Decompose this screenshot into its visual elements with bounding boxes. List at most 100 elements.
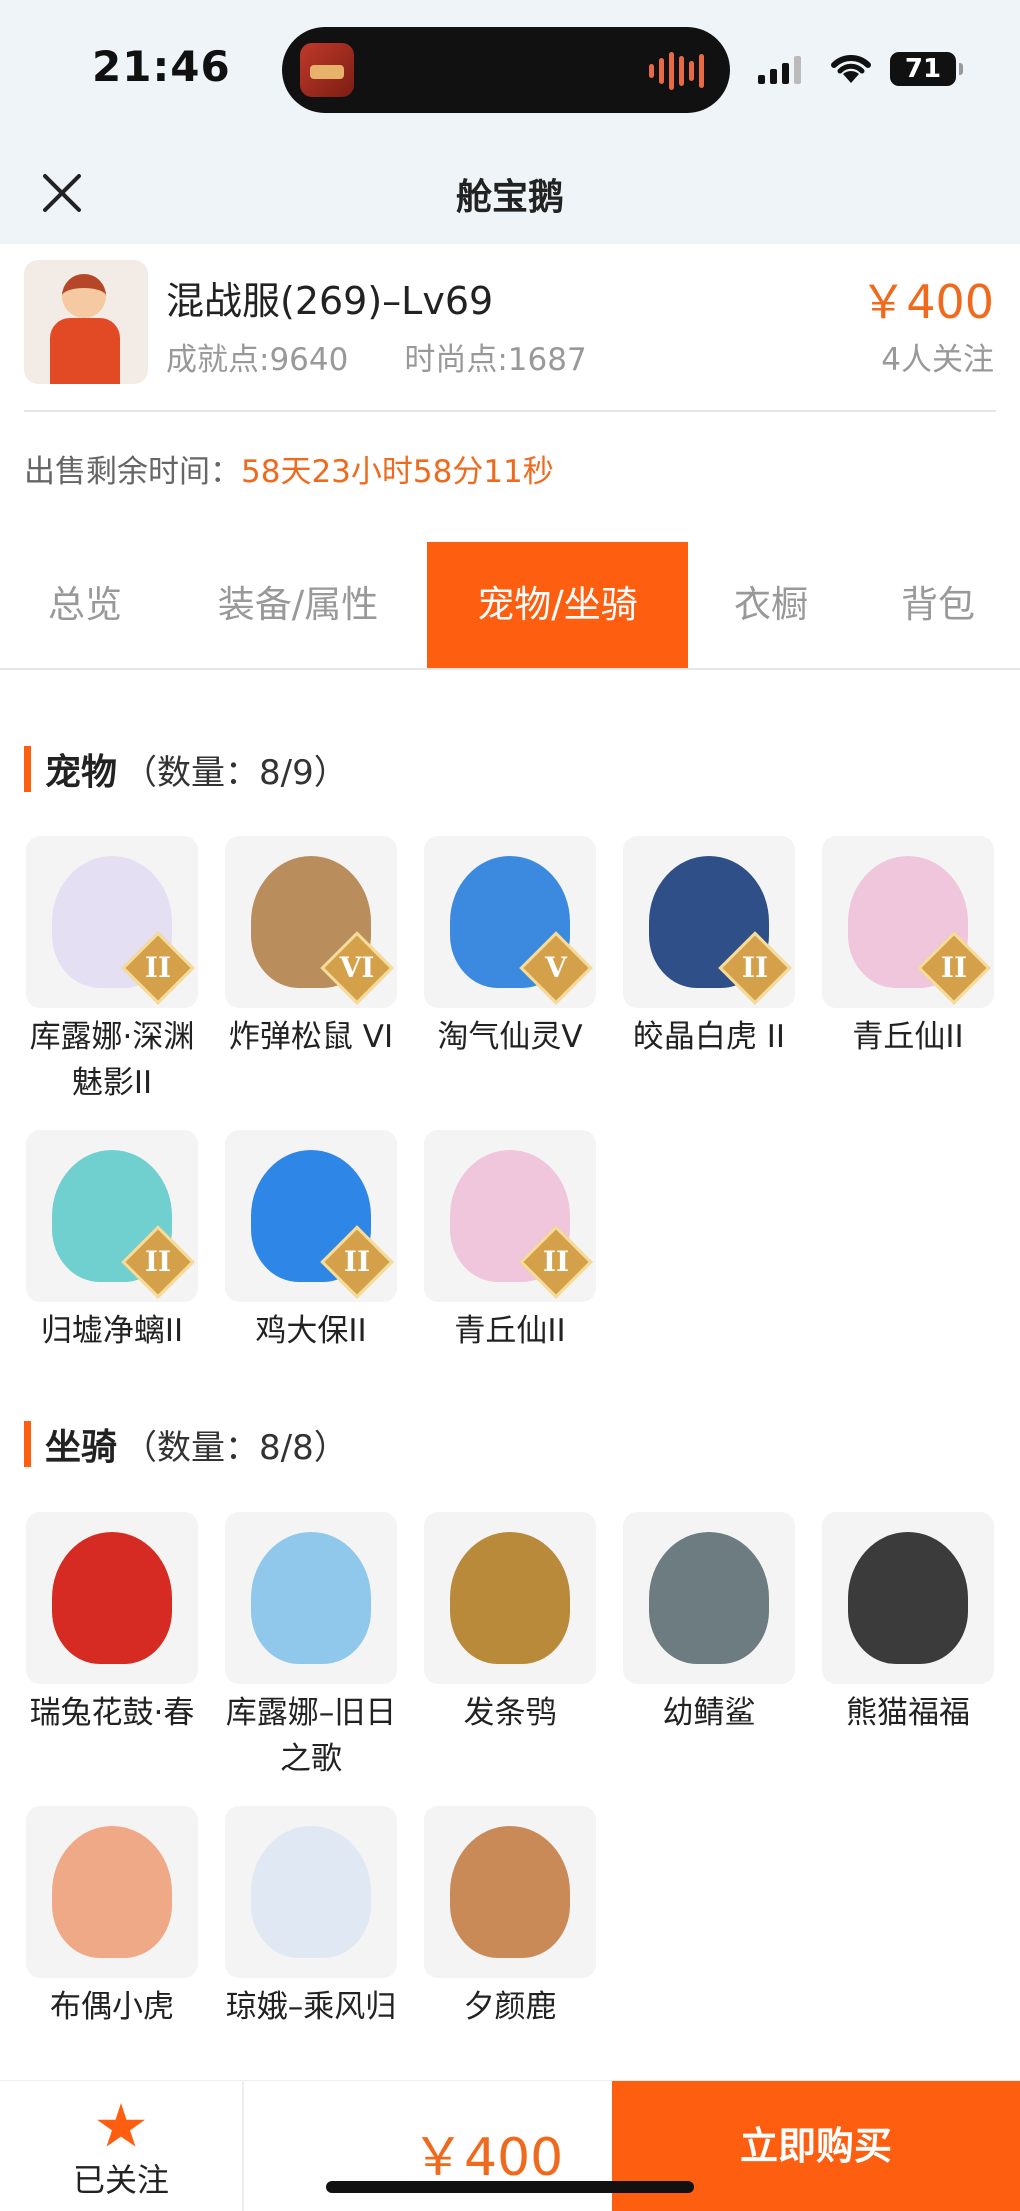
mounts-title: 坐骑 [45,1427,118,1468]
pet-thumbnail: II [225,1130,397,1302]
pet-name: 库露娜·深渊魅影II [29,1019,195,1101]
fashion-points: 时尚点:1687 [404,342,587,378]
mount-name: 熊猫福福 [846,1695,970,1731]
mounts-section-header: 坐骑 （数量：8/8） [24,1419,348,1469]
status-bar: 21:46 71 [0,0,1020,140]
rank-badge: II [343,1245,371,1278]
mount-image [450,1532,570,1664]
wifi-icon [831,54,871,83]
mount-image [251,1826,371,1958]
pet-thumbnail: II [424,1130,596,1302]
pet-name: 炸弹松鼠 VI [228,1019,394,1055]
pet-name: 淘气仙灵V [437,1019,583,1055]
mount-image [52,1826,172,1958]
pet-name: 青丘仙II [852,1019,964,1055]
character-avatar [24,260,148,384]
pet-item[interactable]: II 库露娜·深渊魅影II [26,836,198,1106]
rank-badge: VI [339,951,375,984]
bottom-price: ￥400 [412,2128,564,2188]
pet-item[interactable]: II 归墟净螭II [26,1130,198,1354]
rank-badge: II [542,1245,570,1278]
mount-item[interactable]: 幼鲭鲨 [623,1512,795,1736]
home-indicator [326,2181,694,2193]
tab-bar: 总览 装备/属性 宠物/坐骑 衣橱 背包 [0,542,1020,670]
tab-overview[interactable]: 总览 [0,542,170,668]
mount-item[interactable]: 发条鸮 [424,1512,596,1736]
pet-name: 鸡大保II [255,1313,367,1349]
pet-item[interactable]: II 青丘仙II [424,1130,596,1354]
mount-item[interactable]: 库露娜–旧日之歌 [225,1512,397,1782]
pet-thumbnail: II [623,836,795,1008]
achievement-points: 成就点:9640 [166,342,349,378]
mount-name: 幼鲭鲨 [662,1695,756,1731]
pet-item[interactable]: II 皎晶白虎 II [623,836,795,1060]
pet-thumbnail: II [26,1130,198,1302]
section-accent-bar [24,1421,31,1467]
pet-item[interactable]: II 青丘仙II [822,836,994,1060]
mount-image [848,1532,968,1664]
remain-label: 出售剩余时间： [24,454,241,490]
mount-image [52,1532,172,1664]
mount-thumbnail [26,1806,198,1978]
battery-icon: 71 [890,52,963,86]
mount-name: 布偶小虎 [50,1989,174,2025]
mount-name: 瑞兔花鼓·春 [29,1695,195,1731]
mount-thumbnail [424,1512,596,1684]
mount-name: 发条鸮 [463,1695,557,1731]
follow-button[interactable]: 已关注 [0,2081,244,2211]
star-icon [97,2103,145,2147]
pet-item[interactable]: II 鸡大保II [225,1130,397,1354]
tab-pets-mounts[interactable]: 宠物/坐骑 [427,542,688,668]
mount-name: 夕颜鹿 [463,1989,557,2025]
pet-thumbnail: II [822,836,994,1008]
remain-time: 58天23小时58分11秒 [241,454,554,490]
pets-title: 宠物 [45,752,118,793]
pet-thumbnail: VI [225,836,397,1008]
pet-thumbnail: II [26,836,198,1008]
dynamic-island [282,27,730,113]
mount-thumbnail [424,1806,596,1978]
pet-item[interactable]: V 淘气仙灵V [424,836,596,1060]
mount-item[interactable]: 瑞兔花鼓·春 [26,1512,198,1736]
pet-thumbnail: V [424,836,596,1008]
rank-badge: II [940,951,968,984]
mount-item[interactable]: 布偶小虎 [26,1806,198,2030]
mount-thumbnail [225,1806,397,1978]
signal-icon [758,56,801,84]
status-time: 21:46 [92,42,231,91]
mount-item[interactable]: 熊猫福福 [822,1512,994,1736]
follow-label: 已关注 [72,2161,169,2199]
pets-section-header: 宠物 （数量：8/9） [24,744,348,794]
mount-thumbnail [822,1512,994,1684]
pet-name: 青丘仙II [454,1313,566,1349]
rank-badge: V [545,951,567,984]
mount-image [649,1532,769,1664]
mount-thumbnail [623,1512,795,1684]
sale-remaining: 出售剩余时间：58天23小时58分11秒 [24,446,554,491]
mount-name: 库露娜–旧日之歌 [225,1695,397,1777]
tab-equipment[interactable]: 装备/属性 [178,542,418,668]
rank-badge: II [144,951,172,984]
page-title: 舱宝鹅 [455,177,564,218]
mount-image [450,1826,570,1958]
follower-count: 4人关注 [881,342,994,378]
mount-thumbnail [225,1512,397,1684]
mount-name: 琼娥–乘风归 [225,1989,397,2025]
mount-item[interactable]: 琼娥–乘风归 [225,1806,397,2030]
mount-thumbnail [26,1512,198,1684]
tab-bag[interactable]: 背包 [856,542,1020,668]
divider [24,410,996,412]
mount-item[interactable]: 夕颜鹿 [424,1806,596,2030]
pets-count: （数量：8/9） [123,752,348,793]
tab-wardrobe[interactable]: 衣橱 [696,542,846,668]
pet-name: 皎晶白虎 II [632,1019,786,1055]
section-accent-bar [24,746,31,792]
pet-name: 归墟净螭II [40,1313,184,1349]
server-level: 混战服(269)–Lv69 [166,279,494,323]
listing-price: ￥400 [860,275,994,329]
points-row: 成就点:9640 时尚点:1687 [166,334,587,379]
pet-item[interactable]: VI 炸弹松鼠 VI [225,836,397,1060]
audio-wave-icon [649,51,704,91]
mounts-count: （数量：8/8） [123,1427,348,1468]
nav-bar: 舱宝鹅 [0,140,1020,244]
